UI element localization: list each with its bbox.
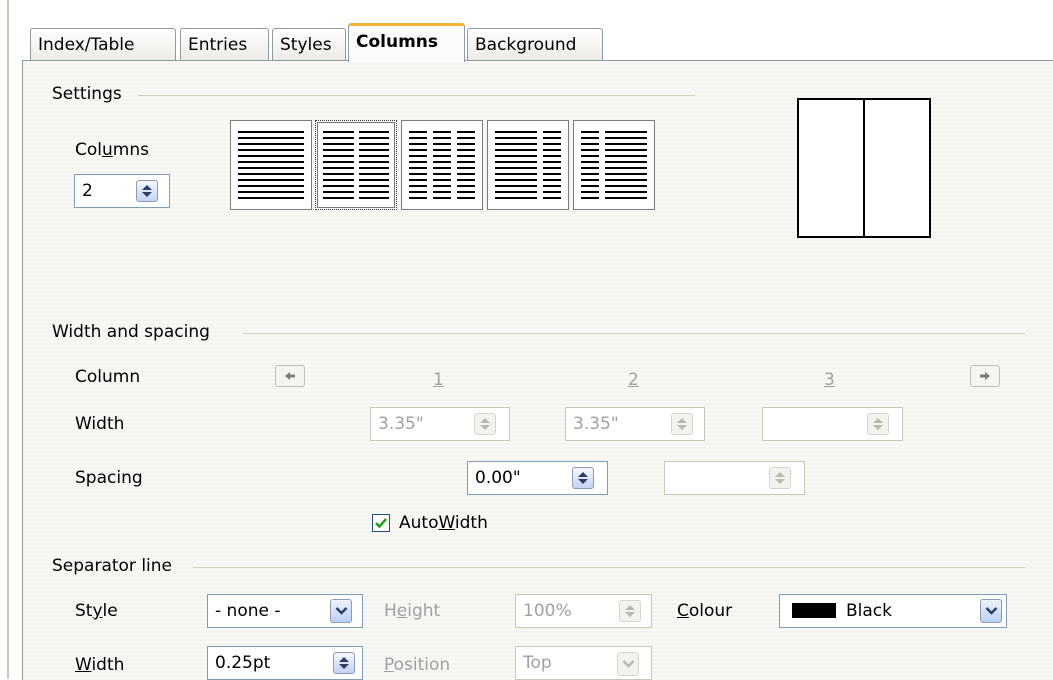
preset-wide-left-button[interactable] (487, 120, 569, 210)
position-label: Position (384, 655, 451, 675)
columns-count-spin-button[interactable] (136, 180, 158, 202)
column-1-width-spin-button[interactable] (474, 413, 496, 435)
tab-index-table[interactable]: Index/Table (30, 28, 176, 60)
tab-background[interactable]: Background (467, 28, 603, 60)
colour-swatch (792, 603, 836, 618)
column-row-label: Column (75, 367, 141, 387)
column-number-1: 1 (433, 370, 444, 390)
window-edge (0, 0, 14, 679)
column-scroll-right-button[interactable] (970, 365, 1000, 387)
separator-divider (193, 567, 1025, 568)
height-label: Height (384, 601, 441, 621)
preset-wide-right-button[interactable] (573, 120, 655, 210)
column-preview (797, 98, 931, 238)
column-3-width-spin-button[interactable] (867, 413, 889, 435)
line-width-label: Width (75, 655, 125, 675)
checkmark-icon (375, 518, 387, 529)
chevron-down-icon (985, 607, 998, 615)
spacing-2-spin-button[interactable] (769, 467, 791, 489)
autowidth-checkbox[interactable] (372, 514, 390, 532)
spacing-row-label: Spacing (75, 468, 143, 488)
width-row-label: Width (75, 414, 125, 434)
chevron-down-icon (622, 660, 635, 668)
preset-two-columns-button[interactable] (315, 120, 397, 210)
height-spin-button[interactable] (619, 600, 641, 622)
tab-entries[interactable]: Entries (180, 28, 269, 60)
style-dropdown-button[interactable] (330, 599, 352, 623)
column-2-width-spin-button[interactable] (671, 413, 693, 435)
settings-group-title: Settings (52, 84, 122, 104)
preset-three-columns-button[interactable] (401, 120, 483, 210)
style-label: Style (75, 601, 118, 621)
preset-one-column-button[interactable] (230, 120, 312, 210)
spacing-1-spin-button[interactable] (572, 467, 594, 489)
width-spacing-group-title: Width and spacing (52, 322, 210, 342)
colour-label: Colour (677, 601, 733, 621)
settings-divider (138, 95, 695, 96)
position-dropdown-button[interactable] (617, 652, 639, 676)
autowidth-label[interactable]: AutoWidth (399, 513, 488, 533)
preview-column-divider (863, 100, 865, 236)
separator-group-title: Separator line (52, 556, 173, 576)
column-number-3: 3 (824, 370, 835, 390)
colour-select[interactable]: Black (779, 594, 1007, 628)
columns-label: Columns (75, 140, 149, 160)
chevron-down-icon (335, 607, 348, 615)
line-width-spin-button[interactable] (333, 652, 355, 674)
colour-dropdown-button[interactable] (980, 599, 1002, 623)
tab-columns[interactable]: Columns (348, 23, 465, 62)
width-spacing-divider (243, 333, 1025, 334)
column-scroll-left-button[interactable] (275, 365, 305, 387)
tab-styles[interactable]: Styles (272, 28, 346, 60)
column-number-2: 2 (628, 370, 639, 390)
